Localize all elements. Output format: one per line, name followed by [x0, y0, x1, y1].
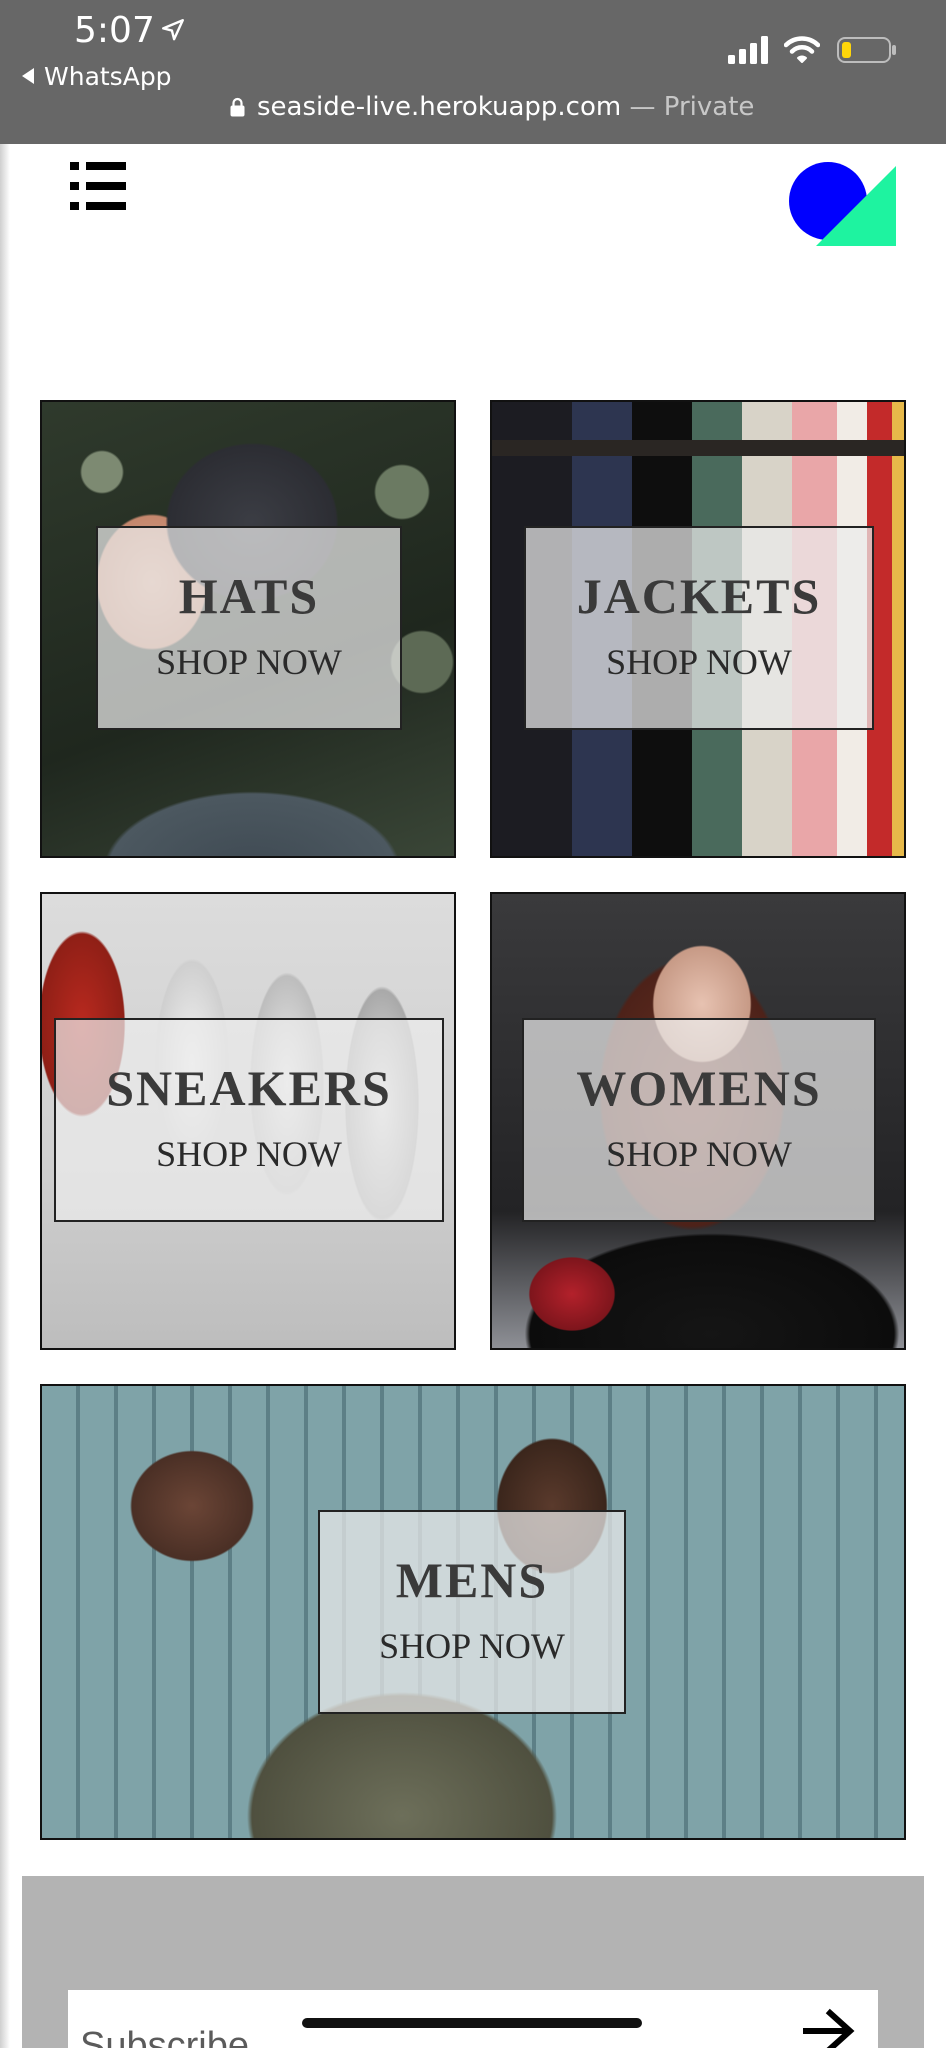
category-tile-sneakers[interactable]: SNEAKERS SHOP NOW [40, 892, 456, 1350]
back-to-app-button[interactable]: WhatsApp [22, 62, 172, 91]
shop-now-link[interactable]: SHOP NOW [524, 1132, 874, 1176]
signal-icon [728, 36, 768, 64]
arrow-right-icon[interactable] [802, 2008, 856, 2048]
back-triangle-icon [22, 68, 34, 84]
battery-icon [837, 37, 896, 63]
shop-now-link[interactable]: SHOP NOW [526, 640, 872, 684]
category-label-box: SNEAKERS SHOP NOW [54, 1018, 444, 1222]
category-label-box: WOMENS SHOP NOW [522, 1018, 876, 1222]
category-title: WOMENS [576, 1060, 822, 1116]
category-title: MENS [395, 1552, 549, 1608]
category-tile-hats[interactable]: HATS SHOP NOW [40, 400, 456, 858]
shop-now-link[interactable]: SHOP NOW [98, 640, 400, 684]
status-time: 5:07 [74, 10, 155, 51]
category-label-box: JACKETS SHOP NOW [524, 526, 874, 730]
lock-icon [230, 97, 245, 117]
category-title: SNEAKERS [106, 1060, 392, 1116]
address-bar[interactable]: seaside-live.herokuapp.com — Private [230, 92, 754, 122]
category-tile-womens[interactable]: WOMENS SHOP NOW [490, 892, 906, 1350]
back-app-label: WhatsApp [44, 62, 172, 91]
url-text: seaside-live.herokuapp.com [257, 92, 622, 122]
brand-logo[interactable] [788, 162, 898, 246]
category-label-box: HATS SHOP NOW [96, 526, 402, 730]
shop-now-link[interactable]: SHOP NOW [320, 1624, 624, 1668]
shop-now-link[interactable]: SHOP NOW [56, 1132, 442, 1176]
category-tile-jackets[interactable]: JACKETS SHOP NOW [490, 400, 906, 858]
location-arrow-icon [162, 19, 184, 41]
page-edge-shadow [0, 144, 10, 2048]
category-tile-mens[interactable]: MENS SHOP NOW [40, 1384, 906, 1840]
url-separator: — [621, 92, 664, 122]
wifi-icon [784, 36, 820, 63]
category-title: JACKETS [576, 568, 822, 624]
hamburger-menu-icon[interactable] [70, 162, 126, 210]
category-label-box: MENS SHOP NOW [318, 1510, 626, 1714]
browser-top-bar: 5:07 WhatsApp seaside-live.herokuapp.com… [0, 0, 946, 144]
home-indicator[interactable] [302, 2018, 642, 2028]
private-mode-label: Private [663, 92, 755, 122]
category-title: HATS [178, 568, 320, 624]
